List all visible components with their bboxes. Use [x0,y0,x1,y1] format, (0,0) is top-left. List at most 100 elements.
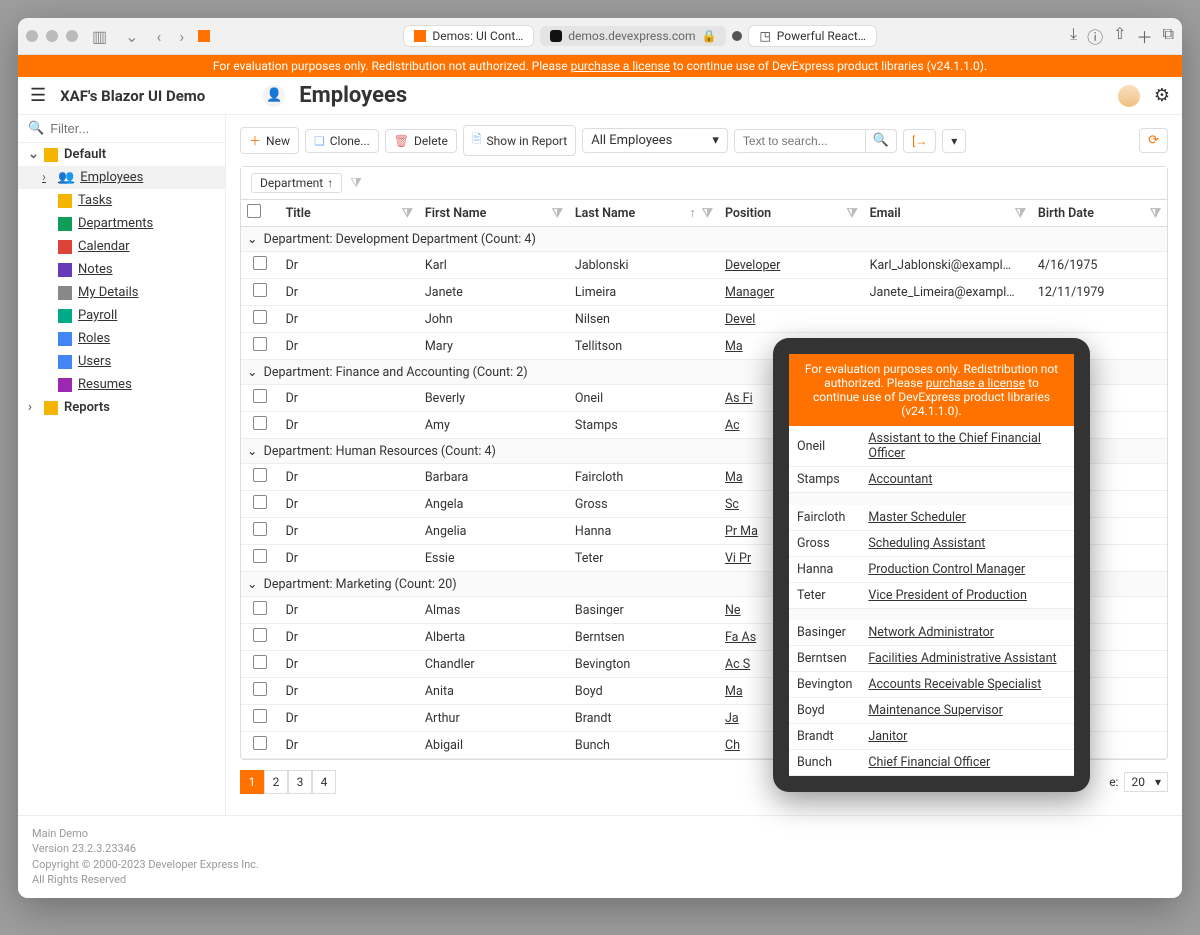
filter-input[interactable] [50,121,215,136]
row-checkbox[interactable] [253,337,267,351]
row-checkbox[interactable] [253,682,267,696]
max-dot[interactable] [66,30,78,42]
delete-button[interactable]: 🗑Delete [385,129,457,153]
col-last-name[interactable]: Last Name⧩↑ [569,200,719,227]
cell-position[interactable]: Manager [719,279,864,306]
chevron-down-icon[interactable]: ⌄ [121,27,142,46]
sidebar-item-calendar[interactable]: Calendar [18,235,225,258]
popup-row[interactable]: OneilAssistant to the Chief Financial Of… [789,426,1074,467]
tabs-icon[interactable]: ⧉ [1163,24,1174,48]
popup-position[interactable]: Chief Financial Officer [860,750,1074,776]
row-checkbox[interactable] [253,549,267,563]
sidebar-item-users[interactable]: Users [18,350,225,373]
popup-position[interactable]: Vice President of Production [860,582,1074,608]
purchase-license-link[interactable]: purchase a license [571,59,670,73]
filter-icon[interactable]: ⧩ [350,176,362,191]
row-checkbox[interactable] [253,628,267,642]
browser-tab-1[interactable]: Demos: UI Cont… [403,25,534,47]
row-checkbox[interactable] [253,310,267,324]
sidebar-group-default[interactable]: ⌄Default [18,143,225,166]
col-birth-date[interactable]: Birth Date⧩ [1032,200,1167,227]
export-dd[interactable]: ▾ [942,129,966,153]
sidebar-item-resumes[interactable]: Resumes [18,373,225,396]
row-checkbox[interactable] [253,601,267,615]
new-tab-icon[interactable]: ＋ [1137,24,1153,48]
popup-row[interactable]: StampsAccountant [789,467,1074,493]
popup-row[interactable]: BerntsenFacilities Administrative Assist… [789,646,1074,672]
close-dot[interactable] [26,30,38,42]
purchase-license-link[interactable]: purchase a license [926,376,1025,390]
back-icon[interactable]: ‹ [153,27,166,46]
col-title[interactable]: Title⧩ [280,200,419,227]
col-first-name[interactable]: First Name⧩ [419,200,569,227]
show-in-report-button[interactable]: 🖹Show in Report [463,125,576,156]
page-3[interactable]: 3 [288,770,312,794]
popup-position[interactable]: Accountant [860,467,1074,493]
popup-row[interactable]: BunchChief Financial Officer [789,750,1074,776]
search-button[interactable]: 🔍 [865,130,896,152]
sidebar-item-roles[interactable]: Roles [18,327,225,350]
sidebar-item-employees[interactable]: ›👥Employees [18,166,225,189]
popup-row[interactable]: BrandtJanitor [789,724,1074,750]
hamburger-icon[interactable]: ☰ [30,85,46,106]
row-checkbox[interactable] [253,522,267,536]
popup-row[interactable]: HannaProduction Control Manager [789,556,1074,582]
popup-row[interactable]: GrossScheduling Assistant [789,530,1074,556]
user-avatar[interactable] [1118,85,1140,107]
page-size-selector[interactable]: 20▾ [1124,772,1168,792]
col-position[interactable]: Position⧩ [719,200,864,227]
info-icon[interactable]: ⓘ [1087,24,1103,48]
popup-row[interactable]: FairclothMaster Scheduler [789,505,1074,531]
view-selector[interactable]: All Employees▾ [582,128,728,153]
sidebar-icon[interactable]: ▥ [88,27,111,46]
page-2[interactable]: 2 [264,770,288,794]
popup-position[interactable]: Accounts Receivable Specialist [860,672,1074,698]
group-panel[interactable]: Department ↑ ⧩ [241,167,1167,200]
sidebar-item-notes[interactable]: Notes [18,258,225,281]
sidebar-item-my details[interactable]: My Details [18,281,225,304]
table-row[interactable]: Dr John Nilsen Devel [241,306,1167,333]
search-input[interactable] [735,130,865,152]
sidebar-filter[interactable]: 🔍 [18,115,225,143]
row-checkbox[interactable] [253,709,267,723]
export-button[interactable]: [→ [903,129,936,153]
popup-position[interactable]: Production Control Manager [860,556,1074,582]
group-row[interactable]: ⌄ Department: Development Department (Co… [241,227,1167,252]
page-1[interactable]: 1 [240,770,264,794]
url-bar[interactable]: demos.devexpress.com 🔒 [540,26,726,46]
row-checkbox[interactable] [253,495,267,509]
popup-position[interactable]: Network Administrator [860,620,1074,646]
popup-row[interactable]: TeterVice President of Production [789,582,1074,608]
browser-tab-2[interactable]: ◳ Powerful React… [748,25,876,47]
popup-row[interactable]: BasingerNetwork Administrator [789,620,1074,646]
cell-position[interactable]: Developer [719,252,864,279]
row-checkbox[interactable] [253,256,267,270]
popup-position[interactable]: Janitor [860,724,1074,750]
sidebar-group-reports[interactable]: ›Reports [18,396,225,419]
page-4[interactable]: 4 [312,770,336,794]
row-checkbox[interactable] [253,416,267,430]
row-checkbox[interactable] [253,736,267,750]
col-email[interactable]: Email⧩ [864,200,1032,227]
popup-position[interactable]: Scheduling Assistant [860,530,1074,556]
download-icon[interactable]: ⤓ [1070,24,1077,48]
clone-button[interactable]: ❏Clone... [305,129,379,153]
forward-icon[interactable]: › [175,27,188,46]
popup-row[interactable]: BoydMaintenance Supervisor [789,698,1074,724]
row-checkbox[interactable] [253,389,267,403]
table-row[interactable]: Dr Karl Jablonski Developer Karl_Jablons… [241,252,1167,279]
row-checkbox[interactable] [253,283,267,297]
circle-icon[interactable] [732,31,742,41]
refresh-button[interactable]: ⟳ [1139,128,1168,153]
popup-position[interactable]: Master Scheduler [860,505,1074,531]
row-checkbox[interactable] [253,468,267,482]
cell-position[interactable]: Devel [719,306,864,333]
share-icon[interactable]: ⇧ [1113,24,1126,48]
header-select-all[interactable] [241,200,280,227]
popup-position[interactable]: Assistant to the Chief Financial Officer [860,426,1074,467]
table-row[interactable]: Dr Janete Limeira Manager Janete_Limeira… [241,279,1167,306]
sidebar-item-tasks[interactable]: Tasks [18,189,225,212]
min-dot[interactable] [46,30,58,42]
gear-icon[interactable]: ⚙ [1154,85,1170,106]
row-checkbox[interactable] [253,655,267,669]
